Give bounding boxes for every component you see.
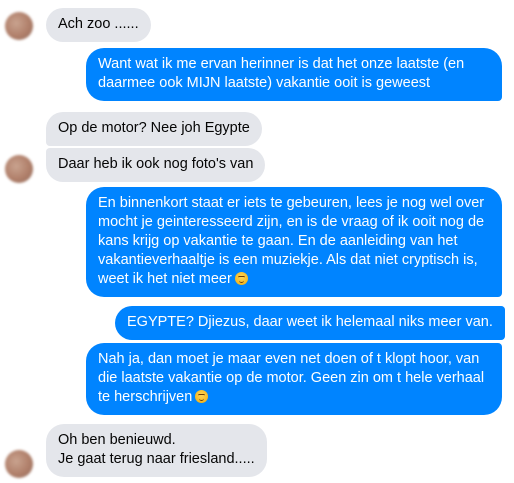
message-text: Want wat ik me ervan herinner is dat het… [98, 56, 465, 91]
message-text: En binnenkort staat er iets te gebeuren,… [98, 195, 485, 287]
message-thread: Ach zoo ...... Want wat ik me ervan heri… [0, 0, 514, 483]
message-bubble-outgoing[interactable]: Nah ja, dan moet je maar even net doen o… [86, 343, 502, 415]
message-bubble-incoming[interactable]: Ach zoo ...... [46, 8, 151, 42]
contact-avatar[interactable] [5, 155, 33, 183]
message-bubble-incoming[interactable]: Op de motor? Nee joh Egypte [46, 112, 262, 146]
message-text: Daar heb ik ook nog foto's van [58, 156, 254, 172]
message-bubble-incoming[interactable]: Daar heb ik ook nog foto's van [46, 148, 266, 182]
message-text: Nah ja, dan moet je maar even net doen o… [98, 351, 485, 405]
contact-avatar[interactable] [5, 12, 33, 40]
message-text: Ach zoo ...... [58, 16, 139, 32]
message-text-line: Oh ben benieuwd. [58, 432, 176, 448]
wink-emoji-icon [195, 390, 209, 403]
wink-emoji-icon [234, 272, 248, 285]
message-bubble-incoming[interactable]: Oh ben benieuwd. Je gaat terug naar frie… [46, 424, 267, 477]
message-text: EGYPTE? Djiezus, daar weet ik helemaal n… [127, 314, 493, 330]
contact-avatar[interactable] [5, 450, 33, 478]
message-bubble-outgoing[interactable]: Want wat ik me ervan herinner is dat het… [86, 48, 502, 101]
message-text-line: Je gaat terug naar friesland..... [58, 451, 255, 467]
message-bubble-outgoing[interactable]: EGYPTE? Djiezus, daar weet ik helemaal n… [115, 306, 505, 340]
message-bubble-outgoing[interactable]: En binnenkort staat er iets te gebeuren,… [86, 187, 502, 297]
message-text: Op de motor? Nee joh Egypte [58, 120, 250, 136]
